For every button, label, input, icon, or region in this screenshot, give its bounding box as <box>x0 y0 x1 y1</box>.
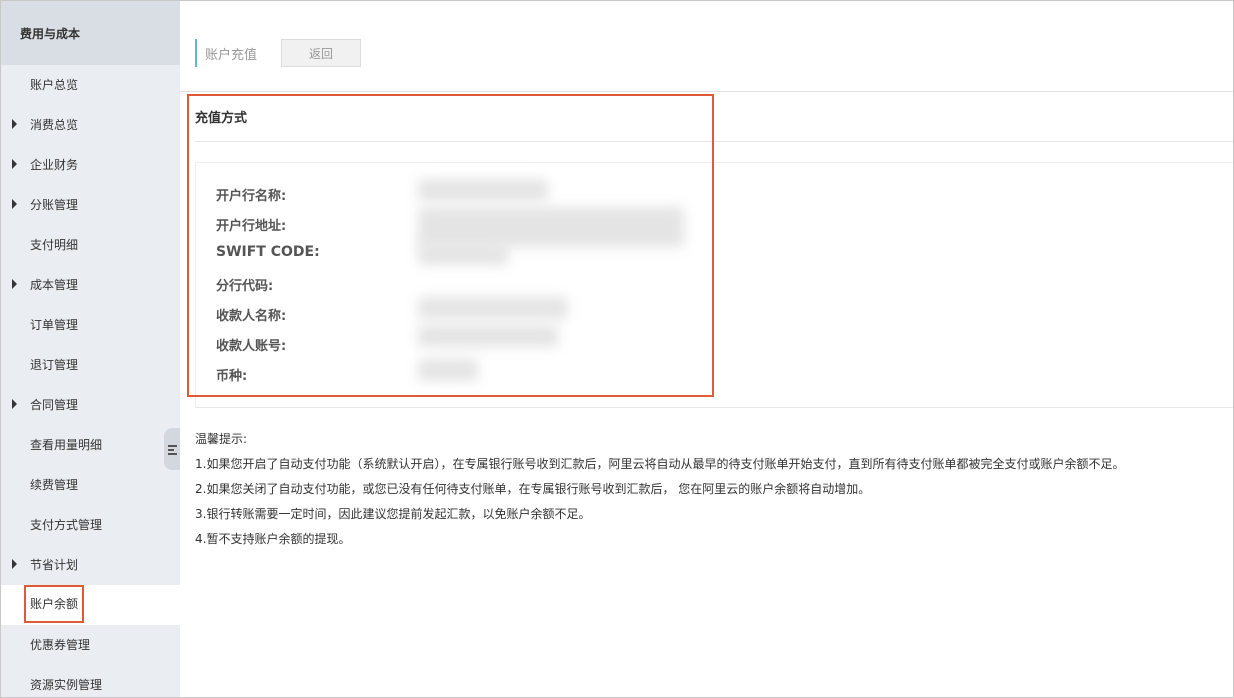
field-currency-label: 币种: <box>216 369 248 384</box>
sidebar-item-label: 分账管理 <box>30 198 79 212</box>
field-bank-address-label: 开户行地址: <box>216 219 287 234</box>
redacted-bank-address <box>418 207 684 247</box>
title-accent-bar <box>195 39 197 67</box>
bank-info-panel: 开户行名称: 开户行地址: SWIFT CODE: 分行代码: 收款人名称: 收… <box>195 162 1233 408</box>
sidebar-header: 费用与成本 <box>1 1 180 65</box>
caret-right-icon <box>12 279 17 289</box>
back-button[interactable]: 返回 <box>281 39 362 67</box>
tips-section: 温馨提示: 1.如果您开启了自动支付功能（系统默认开启），在专属银行账号收到汇款… <box>195 427 1124 552</box>
sidebar-item-label: 优惠券管理 <box>30 638 91 652</box>
sidebar-item-contracts[interactable]: 合同管理 <box>1 385 180 425</box>
sidebar-item-label: 账户总览 <box>30 78 79 92</box>
redacted-payee-name <box>418 297 568 319</box>
sidebar-item-coupons[interactable]: 优惠券管理 <box>1 625 180 665</box>
sidebar-item-label: 续费管理 <box>30 478 79 492</box>
caret-right-icon <box>12 199 17 209</box>
sidebar-item-label: 企业财务 <box>30 158 79 172</box>
sidebar-item-label: 成本管理 <box>30 278 79 292</box>
section-title: 充值方式 <box>195 111 248 126</box>
tip-item: 2.如果您关闭了自动支付功能，或您已没有任何待支付账单，在专属银行账号收到汇款后… <box>195 482 871 496</box>
sidebar-collapse-handle[interactable] <box>164 428 180 470</box>
tip-item: 4.暂不支持账户余额的提现。 <box>195 532 351 546</box>
caret-right-icon <box>12 119 17 129</box>
sidebar-item-account-balance[interactable]: 账户余额 <box>1 585 180 625</box>
tips-title: 温馨提示: <box>195 432 248 446</box>
tip-item: 3.银行转账需要一定时间，因此建议您提前发起汇款，以免账户余额不足。 <box>195 507 591 521</box>
sidebar-item-label: 订单管理 <box>30 318 79 332</box>
sidebar-item-savings-plan[interactable]: 节省计划 <box>1 545 180 585</box>
sidebar-menu: 账户总览 消费总览 企业财务 分账管理 支付明细 成本管理 订单管理 退订管理 … <box>1 65 180 697</box>
sidebar-item-label: 支付明细 <box>30 238 79 252</box>
field-branch-code-label: 分行代码: <box>216 279 274 294</box>
sidebar-item-payment-details[interactable]: 支付明细 <box>1 225 180 265</box>
redacted-bank-name <box>418 179 548 201</box>
sidebar-item-label: 合同管理 <box>30 398 79 412</box>
sidebar-item-label: 支付方式管理 <box>30 518 103 532</box>
sidebar-item-payment-methods[interactable]: 支付方式管理 <box>1 505 180 545</box>
redacted-currency <box>418 359 478 381</box>
field-swift-code-label: SWIFT CODE: <box>216 244 320 260</box>
sidebar-item-resource-instances[interactable]: 资源实例管理 <box>1 665 180 697</box>
page-title: 账户充值 <box>205 47 258 63</box>
caret-right-icon <box>12 559 17 569</box>
sidebar-item-orders[interactable]: 订单管理 <box>1 305 180 345</box>
main-content: 账户充值 返回 充值方式 开户行名称: 开户行地址: SWIFT CODE: 分… <box>180 1 1233 697</box>
tip-item: 1.如果您开启了自动支付功能（系统默认开启），在专属银行账号收到汇款后，阿里云将… <box>195 457 1125 471</box>
field-payee-name-label: 收款人名称: <box>216 309 287 324</box>
header-divider <box>180 91 1233 92</box>
page-header: 账户充值 返回 <box>195 39 362 67</box>
sidebar-item-cost-management[interactable]: 成本管理 <box>1 265 180 305</box>
sidebar-item-label: 账户余额 <box>24 585 85 623</box>
sidebar-item-label: 查看用量明细 <box>30 438 103 452</box>
sidebar: 费用与成本 账户总览 消费总览 企业财务 分账管理 支付明细 成本管理 订单管理… <box>1 1 180 697</box>
redacted-swift-code <box>418 243 508 265</box>
sidebar-item-label: 节省计划 <box>30 558 79 572</box>
redacted-payee-account <box>418 325 558 347</box>
menu-collapse-icon <box>167 444 177 455</box>
sidebar-item-label: 消费总览 <box>30 118 79 132</box>
caret-right-icon <box>12 399 17 409</box>
sidebar-item-enterprise-finance[interactable]: 企业财务 <box>1 145 180 185</box>
sidebar-item-consumption-overview[interactable]: 消费总览 <box>1 105 180 145</box>
caret-right-icon <box>12 159 17 169</box>
field-payee-account-label: 收款人账号: <box>216 339 287 354</box>
sidebar-item-split-billing[interactable]: 分账管理 <box>1 185 180 225</box>
sidebar-item-usage-details[interactable]: 查看用量明细 <box>1 425 180 465</box>
sidebar-item-refunds[interactable]: 退订管理 <box>1 345 180 385</box>
field-bank-name-label: 开户行名称: <box>216 189 287 204</box>
sidebar-item-account-overview[interactable]: 账户总览 <box>1 65 180 105</box>
section-divider <box>195 141 1233 142</box>
sidebar-item-label: 退订管理 <box>30 358 79 372</box>
sidebar-item-label: 资源实例管理 <box>30 678 103 692</box>
sidebar-item-renewal[interactable]: 续费管理 <box>1 465 180 505</box>
